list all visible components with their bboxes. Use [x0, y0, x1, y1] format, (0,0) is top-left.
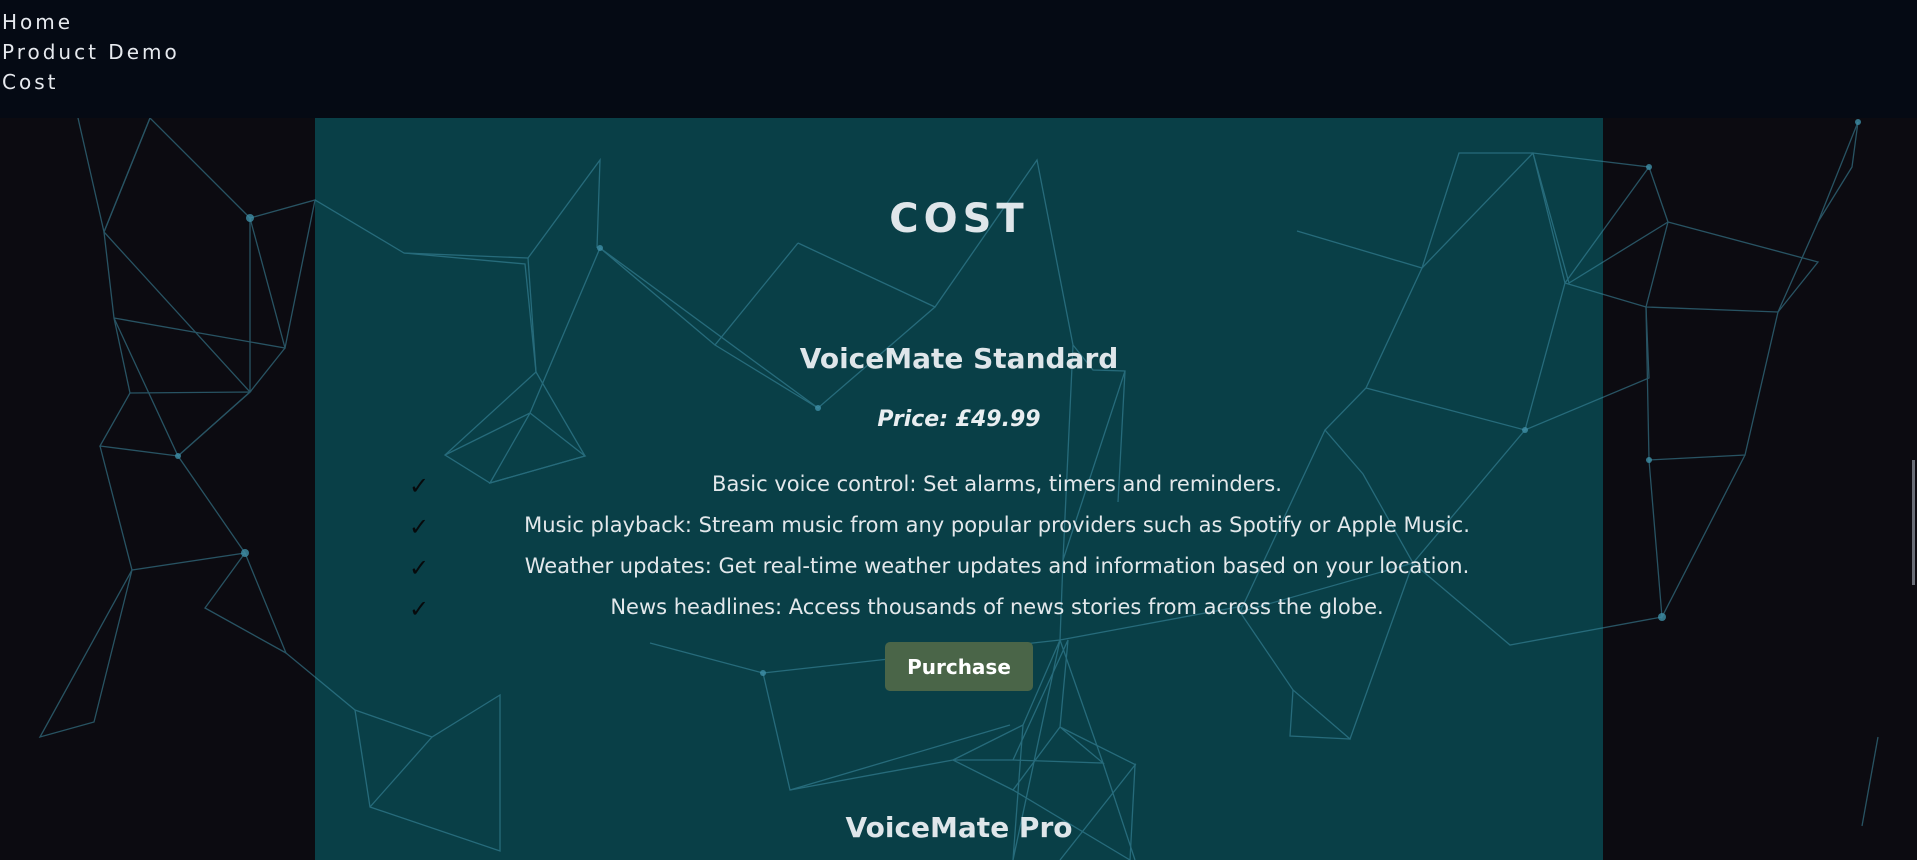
check-icon: ✓	[408, 554, 430, 582]
feature-item: ✓ News headlines: Access thousands of ne…	[407, 587, 1557, 628]
feature-item: ✓ Basic voice control: Set alarms, timer…	[407, 464, 1557, 505]
purchase-button[interactable]: Purchase	[885, 642, 1033, 691]
plan-standard-price: Price: £49.99	[877, 407, 1041, 432]
plan-standard-features: ✓ Basic voice control: Set alarms, timer…	[407, 464, 1557, 628]
check-icon: ✓	[408, 595, 430, 623]
feature-text: Weather updates: Get real-time weather u…	[524, 554, 1470, 578]
cost-section: COST VoiceMate Standard Price: £49.99 ✓ …	[315, 118, 1603, 860]
feature-text: Music playback: Stream music from any po…	[524, 513, 1470, 537]
check-icon: ✓	[408, 472, 430, 500]
page: Home Product Demo Cost COST VoiceMate St…	[0, 0, 1917, 860]
plan-standard-name: VoiceMate Standard	[799, 342, 1119, 375]
top-nav: Home Product Demo Cost	[0, 0, 1917, 118]
feature-text: Basic voice control: Set alarms, timers …	[712, 472, 1282, 496]
feature-item: ✓ Weather updates: Get real-time weather…	[407, 546, 1557, 587]
plan-pro-name: VoiceMate Pro	[845, 811, 1073, 844]
scrollbar-thumb[interactable]	[1912, 460, 1915, 585]
section-title: COST	[889, 196, 1029, 242]
nav-link-product-demo[interactable]: Product Demo	[0, 37, 1917, 67]
feature-text: News headlines: Access thousands of news…	[610, 595, 1384, 619]
nav-link-home[interactable]: Home	[0, 7, 1917, 37]
feature-item: ✓ Music playback: Stream music from any …	[407, 505, 1557, 546]
check-icon: ✓	[408, 513, 430, 541]
nav-link-cost[interactable]: Cost	[0, 67, 1917, 97]
